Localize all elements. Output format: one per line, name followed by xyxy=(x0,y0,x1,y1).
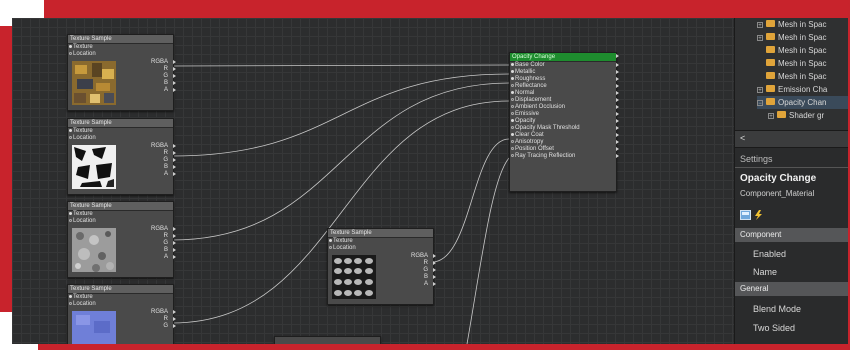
material-icon[interactable] xyxy=(740,210,751,220)
texture-sample-node-1[interactable]: Texture Sample Texture Location RGBA R G… xyxy=(67,34,176,111)
metallic-input[interactable]: Metallic xyxy=(510,69,619,76)
node-title: Opacity Change xyxy=(510,53,619,62)
folder-icon xyxy=(766,33,775,41)
tree-item-opacity-change[interactable]: − Opacity Chan xyxy=(757,96,848,109)
location-input[interactable]: Location xyxy=(68,301,173,308)
texture-input[interactable]: Texture xyxy=(68,294,173,301)
folder-icon xyxy=(766,46,775,54)
texture-sample-node-5[interactable]: Texture Sample Texture Location RGBA R G… xyxy=(327,228,436,305)
texture-preview-gray-noise xyxy=(72,228,116,272)
settings-header: Settings xyxy=(740,154,773,164)
folder-icon xyxy=(766,98,775,106)
emissive-input[interactable]: Emissive xyxy=(510,111,619,118)
reflectance-input[interactable]: Reflectance xyxy=(510,83,619,90)
anisotropy-input[interactable]: Anisotropy xyxy=(510,139,619,146)
texture-input[interactable]: Texture xyxy=(68,211,173,218)
texture-input[interactable]: Texture xyxy=(68,44,173,51)
partial-node-bottom[interactable] xyxy=(274,336,381,344)
base-color-input[interactable]: Base Color xyxy=(510,62,619,69)
texture-input[interactable]: Texture xyxy=(68,128,173,135)
texture-sample-node-3[interactable]: Texture Sample Texture Location RGBA R G… xyxy=(67,201,176,278)
node-title: Texture Sample xyxy=(68,119,173,128)
roughness-input[interactable]: Roughness xyxy=(510,76,619,83)
node-title: Texture Sample xyxy=(68,35,173,44)
node-graph-canvas[interactable]: Texture Sample Texture Location RGBA R G… xyxy=(12,18,734,344)
tree-item-mesh-5[interactable]: Mesh in Spac xyxy=(766,70,826,83)
tree-item-mesh-3[interactable]: Mesh in Spac xyxy=(766,44,826,57)
scene-tree: + Mesh in Spac + Mesh in Spac Mesh in Spac… xyxy=(735,18,848,130)
prop-enabled: Enabled xyxy=(753,249,787,259)
normal-input[interactable]: Normal xyxy=(510,90,619,97)
tree-item-mesh-4[interactable]: Mesh in Spac xyxy=(766,57,826,70)
tree-item-shader-graph[interactable]: + Shader gr xyxy=(768,109,824,122)
scroll-left-icon[interactable]: < xyxy=(740,133,745,143)
lightning-icon[interactable] xyxy=(753,210,764,220)
folder-icon xyxy=(766,72,775,80)
expand-icon[interactable]: + xyxy=(757,21,763,29)
folder-icon xyxy=(766,85,775,93)
node-title: Texture Sample xyxy=(328,229,433,238)
expand-icon[interactable]: + xyxy=(768,112,774,120)
clear-coat-input[interactable]: Clear Coat xyxy=(510,132,619,139)
prop-name: Name xyxy=(753,267,778,277)
prop-blend-mode: Blend Mode xyxy=(753,304,802,314)
folder-icon xyxy=(766,59,775,67)
side-panel: + Mesh in Spac + Mesh in Spac Mesh in Spac… xyxy=(734,18,848,344)
tree-item-emission-change[interactable]: + Emission Cha xyxy=(757,83,827,96)
location-input[interactable]: Location xyxy=(68,51,173,58)
selected-component-type: Component_Material xyxy=(740,189,815,198)
texture-sample-node-4[interactable]: Texture Sample Texture Location RGBA R G xyxy=(67,284,176,344)
expand-icon[interactable]: + xyxy=(757,86,763,94)
tree-item-mesh-2[interactable]: + Mesh in Spac xyxy=(757,31,826,44)
location-input[interactable]: Location xyxy=(68,218,173,225)
divider xyxy=(735,167,848,168)
node-title: Texture Sample xyxy=(68,285,173,294)
folder-icon xyxy=(777,111,786,119)
section-general[interactable]: General xyxy=(735,282,848,296)
opacity-change-material-node[interactable]: Opacity Change Base Color Metallic Rough… xyxy=(509,52,619,192)
expand-icon[interactable]: + xyxy=(757,34,763,42)
section-component[interactable]: Component xyxy=(735,228,848,242)
texture-sample-node-2[interactable]: Texture Sample Texture Location RGBA R G… xyxy=(67,118,176,195)
collapse-icon[interactable]: − xyxy=(757,99,763,107)
location-input[interactable]: Location xyxy=(68,135,173,142)
horizontal-scrollbar[interactable]: < xyxy=(735,130,848,148)
tree-item-mesh-1[interactable]: + Mesh in Spac xyxy=(757,18,826,31)
position-offset-input[interactable]: Position Offset xyxy=(510,146,619,153)
displacement-input[interactable]: Displacement xyxy=(510,97,619,104)
texture-input[interactable]: Texture xyxy=(328,238,433,245)
texture-preview-bw-mask xyxy=(72,145,116,189)
prop-two-sided: Two Sided xyxy=(753,323,796,333)
selected-component-name: Opacity Change xyxy=(740,173,817,184)
folder-icon xyxy=(766,20,775,28)
node-title: Texture Sample xyxy=(68,202,173,211)
ray-tracing-reflection-input[interactable]: Ray Tracing Reflection xyxy=(510,153,619,160)
opacity-mask-threshold-input[interactable]: Opacity Mask Threshold xyxy=(510,125,619,132)
ambient-occlusion-input[interactable]: Ambient Occlusion xyxy=(510,104,619,111)
material-editor-window: Texture Sample Texture Location RGBA R G… xyxy=(12,18,848,344)
location-input[interactable]: Location xyxy=(328,245,433,252)
texture-preview-bubbles xyxy=(332,255,376,299)
opacity-input[interactable]: Opacity xyxy=(510,118,619,125)
texture-preview-rust xyxy=(72,61,116,105)
texture-preview-blue-normal xyxy=(72,311,116,344)
